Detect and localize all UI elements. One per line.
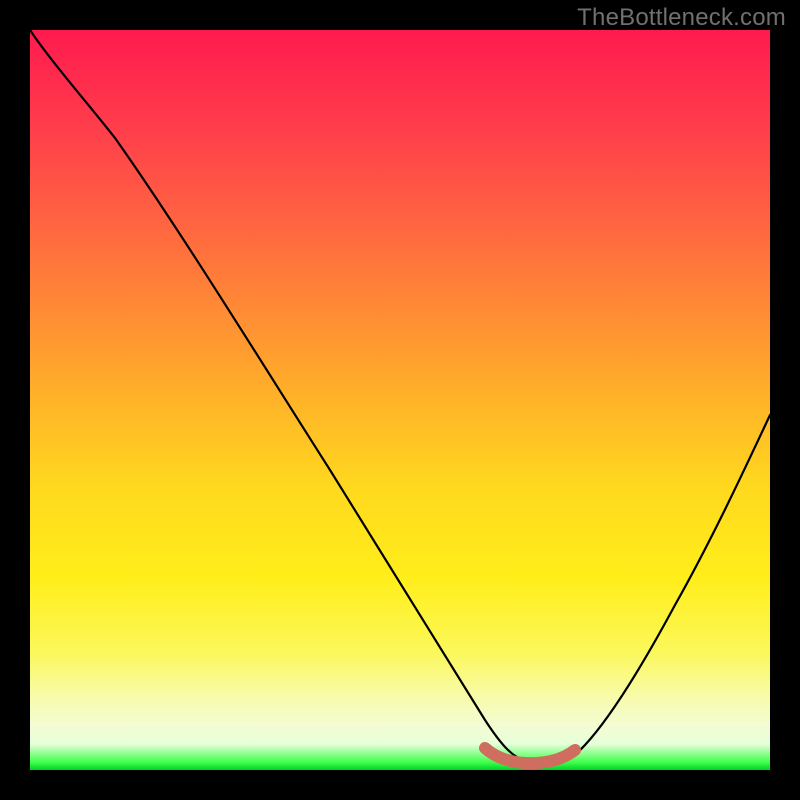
optimal-zone-marker bbox=[485, 748, 575, 763]
chart-container: TheBottleneck.com bbox=[0, 0, 800, 800]
bottleneck-curve bbox=[30, 30, 770, 763]
watermark-label: TheBottleneck.com bbox=[577, 4, 786, 32]
plot-area bbox=[30, 30, 770, 770]
plot-svg bbox=[30, 30, 770, 770]
